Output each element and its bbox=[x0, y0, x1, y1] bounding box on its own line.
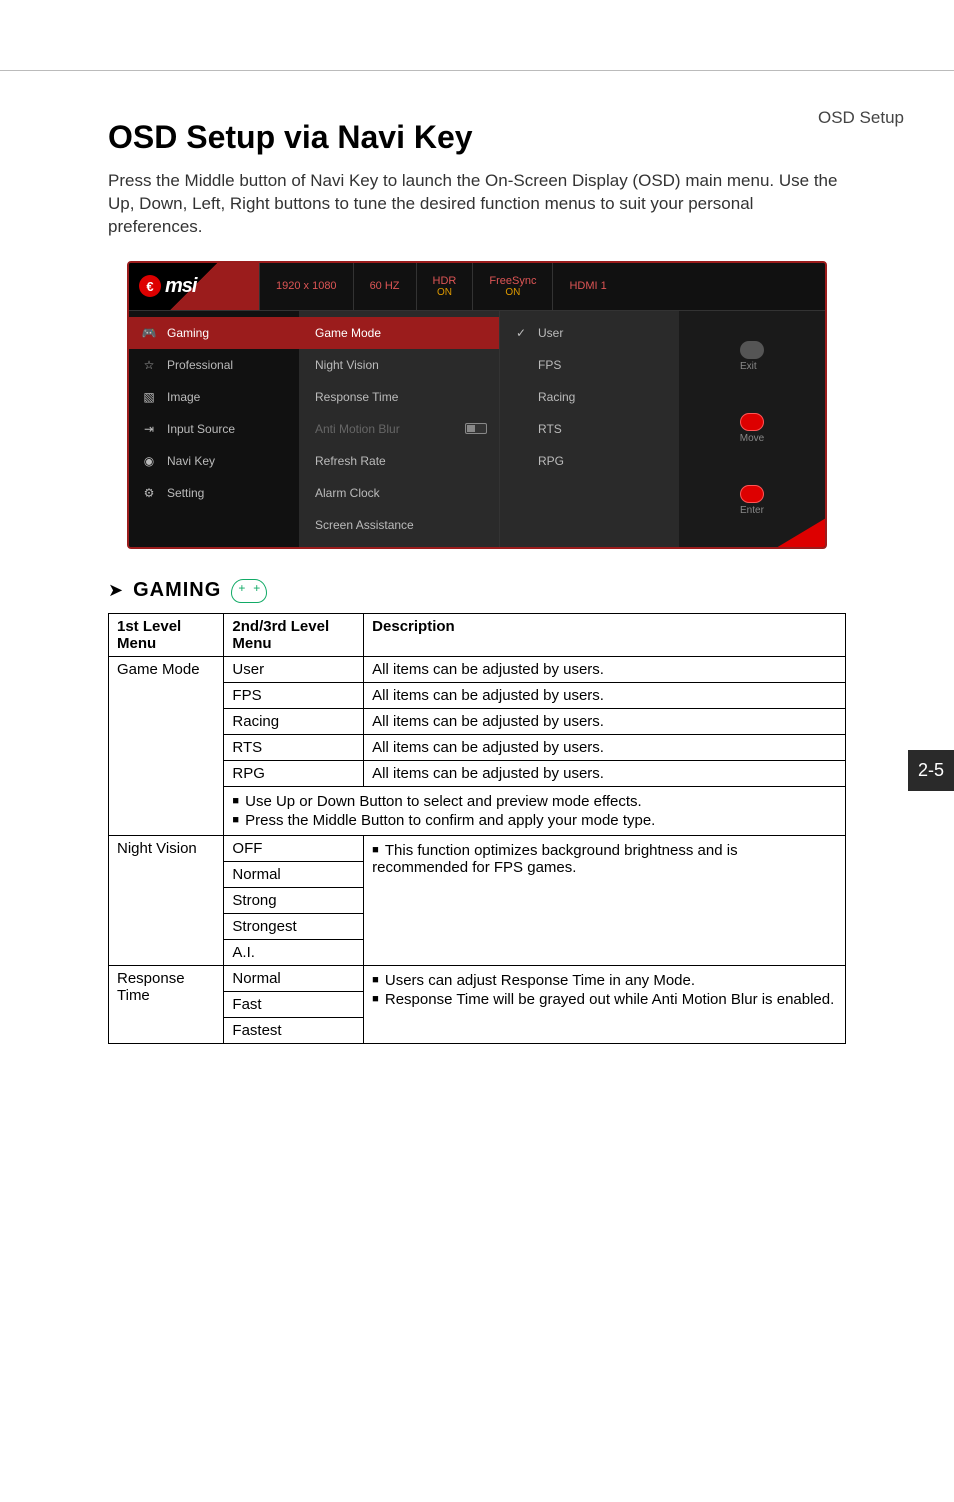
cell-opt: A.I. bbox=[224, 939, 364, 965]
note-item: Press the Middle Button to confirm and a… bbox=[232, 812, 837, 829]
desc-item: This function optimizes background brigh… bbox=[372, 842, 837, 876]
osd-l3-fps[interactable]: FPS bbox=[500, 349, 679, 381]
cell-opt: Strong bbox=[224, 887, 364, 913]
gamepad-outline-icon bbox=[231, 579, 267, 603]
cell-desc: All items can be adjusted by users. bbox=[364, 656, 846, 682]
gamepad-icon: 🎮 bbox=[141, 325, 157, 341]
table-row: Game Mode User All items can be adjusted… bbox=[109, 656, 846, 682]
osd-side-hints: Exit Move Enter bbox=[679, 311, 825, 547]
page-header-section: OSD Setup bbox=[818, 108, 904, 128]
spec-table: 1st Level Menu 2nd/3rd Level Menu Descri… bbox=[108, 613, 846, 1044]
check-icon: ✓ bbox=[516, 326, 528, 340]
cell-night-vision: Night Vision bbox=[109, 835, 224, 965]
osd-l3-rts[interactable]: RTS bbox=[500, 413, 679, 445]
osd-stat-freesync: FreeSyncON bbox=[472, 263, 552, 310]
osd-hint-exit: Exit bbox=[740, 341, 764, 372]
osd-menu-level2: Game Mode Night Vision Response Time Ant… bbox=[299, 311, 499, 547]
table-header-row: 1st Level Menu 2nd/3rd Level Menu Descri… bbox=[109, 613, 846, 656]
osd-l2-night-vision[interactable]: Night Vision bbox=[299, 349, 499, 381]
section-heading-gaming: ➤ GAMING bbox=[108, 579, 846, 603]
image-icon: ▧ bbox=[141, 389, 157, 405]
cell-opt: Racing bbox=[224, 708, 364, 734]
osd-l1-professional[interactable]: ☆Professional bbox=[129, 349, 299, 381]
header-divider bbox=[0, 70, 954, 71]
osd-screenshot: € msi 1920 x 1080 60 HZ HDRON FreeSyncON… bbox=[127, 261, 827, 549]
osd-l1-input-source[interactable]: ⇥Input Source bbox=[129, 413, 299, 445]
button-glyph-icon bbox=[740, 485, 764, 503]
cell-opt: Normal bbox=[224, 965, 364, 991]
cell-response-time-desc: Users can adjust Response Time in any Mo… bbox=[364, 965, 846, 1043]
osd-stat-input: HDMI 1 bbox=[552, 263, 622, 310]
osd-hint-move: Move bbox=[740, 413, 764, 444]
osd-l1-image[interactable]: ▧Image bbox=[129, 381, 299, 413]
cell-opt: Strongest bbox=[224, 913, 364, 939]
page-title: OSD Setup via Navi Key bbox=[108, 119, 846, 156]
osd-logo: € msi bbox=[129, 263, 259, 310]
osd-l2-response-time[interactable]: Response Time bbox=[299, 381, 499, 413]
dragon-icon: € bbox=[139, 275, 161, 297]
corner-accent-icon bbox=[776, 518, 826, 548]
cell-opt: RPG bbox=[224, 760, 364, 786]
toggle-icon bbox=[465, 423, 487, 434]
desc-item: Users can adjust Response Time in any Mo… bbox=[372, 972, 837, 989]
osd-l1-gaming[interactable]: 🎮Gaming bbox=[129, 317, 299, 349]
star-icon: ☆ bbox=[141, 357, 157, 373]
cell-desc: All items can be adjusted by users. bbox=[364, 760, 846, 786]
th-1st-level: 1st Level Menu bbox=[109, 613, 224, 656]
arrow-right-icon: ➤ bbox=[108, 580, 123, 601]
osd-top-bar: € msi 1920 x 1080 60 HZ HDRON FreeSyncON… bbox=[129, 263, 825, 311]
gear-icon: ⚙ bbox=[141, 485, 157, 501]
osd-stat-refresh: 60 HZ bbox=[353, 263, 416, 310]
osd-menu-level3: ✓User FPS Racing RTS RPG bbox=[499, 311, 679, 547]
cell-opt: OFF bbox=[224, 835, 364, 861]
cell-game-mode: Game Mode bbox=[109, 656, 224, 835]
cell-opt: Normal bbox=[224, 861, 364, 887]
msi-logo-text: msi bbox=[165, 275, 196, 298]
osd-l2-anti-motion-blur: Anti Motion Blur bbox=[299, 413, 499, 445]
osd-l1-navi-key[interactable]: ◉Navi Key bbox=[129, 445, 299, 477]
th-description: Description bbox=[364, 613, 846, 656]
cell-desc: All items can be adjusted by users. bbox=[364, 734, 846, 760]
osd-l3-racing[interactable]: Racing bbox=[500, 381, 679, 413]
osd-l1-setting[interactable]: ⚙Setting bbox=[129, 477, 299, 509]
osd-l3-user[interactable]: ✓User bbox=[500, 317, 679, 349]
table-row: Night Vision OFF This function optimizes… bbox=[109, 835, 846, 861]
table-row: Response Time Normal Users can adjust Re… bbox=[109, 965, 846, 991]
cell-opt: Fast bbox=[224, 991, 364, 1017]
osd-menu-level1: 🎮Gaming ☆Professional ▧Image ⇥Input Sour… bbox=[129, 311, 299, 547]
section-heading-text: GAMING bbox=[133, 579, 221, 602]
button-glyph-icon bbox=[740, 341, 764, 359]
osd-hint-enter: Enter bbox=[740, 485, 764, 516]
cell-opt: FPS bbox=[224, 682, 364, 708]
th-2nd-3rd-level: 2nd/3rd Level Menu bbox=[224, 613, 364, 656]
cell-desc: All items can be adjusted by users. bbox=[364, 682, 846, 708]
osd-stat-hdr: HDRON bbox=[416, 263, 473, 310]
desc-item: Response Time will be grayed out while A… bbox=[372, 991, 837, 1008]
navikey-icon: ◉ bbox=[141, 453, 157, 469]
osd-l2-refresh-rate[interactable]: Refresh Rate bbox=[299, 445, 499, 477]
osd-stat-resolution: 1920 x 1080 bbox=[259, 263, 353, 310]
cell-desc: All items can be adjusted by users. bbox=[364, 708, 846, 734]
osd-l2-screen-assistance[interactable]: Screen Assistance bbox=[299, 509, 499, 541]
intro-text: Press the Middle button of Navi Key to l… bbox=[108, 170, 846, 239]
osd-l2-alarm-clock[interactable]: Alarm Clock bbox=[299, 477, 499, 509]
cell-opt: Fastest bbox=[224, 1017, 364, 1043]
page-number-side: 2-5 bbox=[908, 750, 954, 791]
note-item: Use Up or Down Button to select and prev… bbox=[232, 793, 837, 810]
osd-l2-game-mode[interactable]: Game Mode bbox=[299, 317, 499, 349]
osd-l3-rpg[interactable]: RPG bbox=[500, 445, 679, 477]
input-icon: ⇥ bbox=[141, 421, 157, 437]
button-glyph-icon bbox=[740, 413, 764, 431]
cell-opt: RTS bbox=[224, 734, 364, 760]
cell-game-mode-notes: Use Up or Down Button to select and prev… bbox=[224, 786, 846, 835]
cell-night-vision-desc: This function optimizes background brigh… bbox=[364, 835, 846, 965]
cell-opt: User bbox=[224, 656, 364, 682]
cell-response-time: Response Time bbox=[109, 965, 224, 1043]
